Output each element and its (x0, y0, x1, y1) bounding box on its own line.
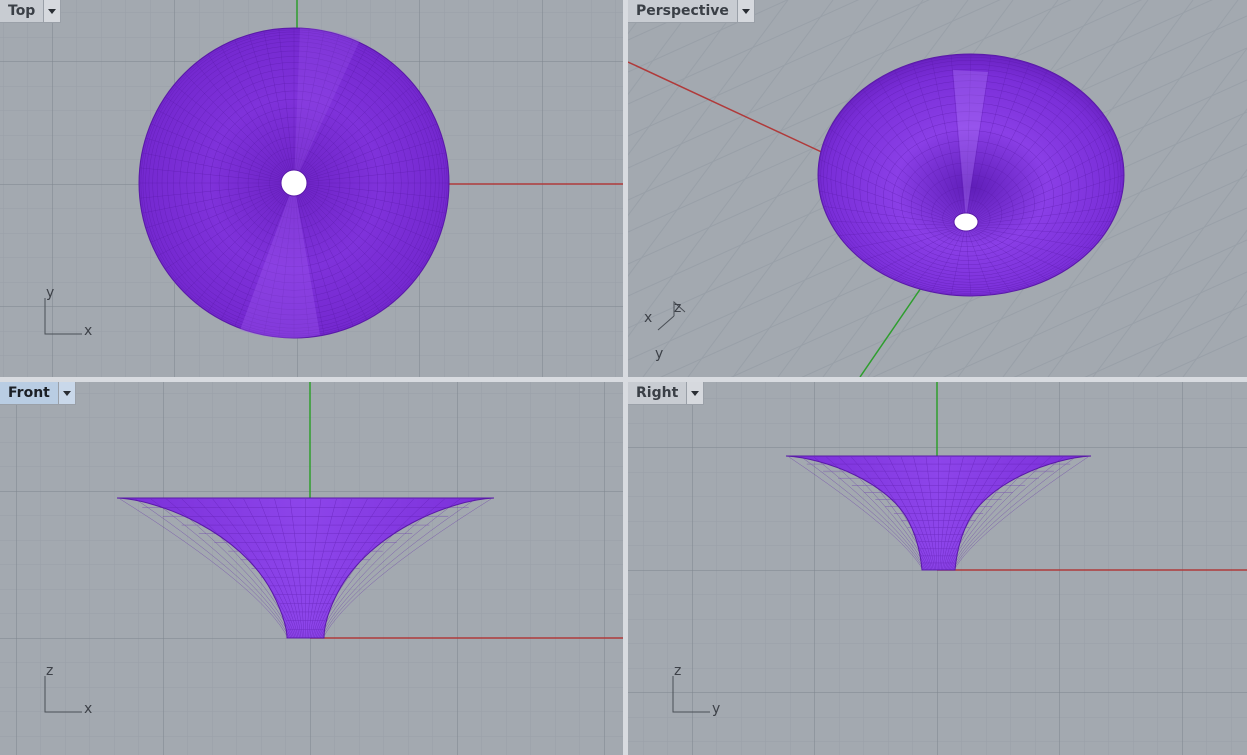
viewport-perspective[interactable]: Perspective x z y (628, 0, 1247, 377)
right-view-canvas[interactable]: z y (628, 382, 1247, 755)
surface-object[interactable] (138, 27, 450, 339)
viewport-menu-button[interactable] (43, 0, 61, 22)
viewport-title: Perspective (636, 3, 729, 19)
viewport-front[interactable]: Front z x (0, 382, 623, 755)
axis-gizmo-x: x (644, 310, 652, 326)
viewport-tab-front[interactable]: Front (0, 382, 76, 405)
chevron-down-icon (691, 390, 700, 396)
axis-gizmo-x: x (84, 701, 92, 717)
axis-gizmo-z: z (674, 300, 681, 316)
chevron-down-icon (62, 390, 71, 396)
surface-object[interactable] (817, 53, 1125, 297)
axis-gizmo-y: y (46, 285, 54, 301)
top-view-canvas[interactable]: y x (0, 0, 623, 377)
viewport-title: Top (8, 3, 36, 19)
viewport-title: Front (8, 385, 50, 401)
axis-gizmo-z: z (46, 663, 53, 679)
viewport-tab-top[interactable]: Top (0, 0, 62, 23)
viewport-tab-right[interactable]: Right (628, 382, 705, 405)
perspective-view-canvas[interactable]: x z y (628, 0, 1247, 377)
viewport-right[interactable]: Right z y (628, 382, 1247, 755)
viewport-menu-button[interactable] (736, 0, 754, 22)
chevron-down-icon (48, 8, 57, 14)
viewport-menu-button[interactable] (686, 382, 704, 404)
axis-gizmo-x: x (84, 323, 92, 339)
viewport-top[interactable]: Top y x (0, 0, 623, 377)
front-view-canvas[interactable]: z x (0, 382, 623, 755)
viewport-title: Right (636, 385, 679, 401)
axis-gizmo-y: y (655, 346, 663, 362)
viewport-menu-button[interactable] (57, 382, 75, 404)
viewport-layout: Top y x Perspective x z y Front z x Righ… (0, 0, 1247, 755)
chevron-down-icon (741, 8, 750, 14)
viewport-tab-perspective[interactable]: Perspective (628, 0, 755, 23)
axis-gizmo-z: z (674, 663, 681, 679)
axis-gizmo-y: y (712, 701, 720, 717)
